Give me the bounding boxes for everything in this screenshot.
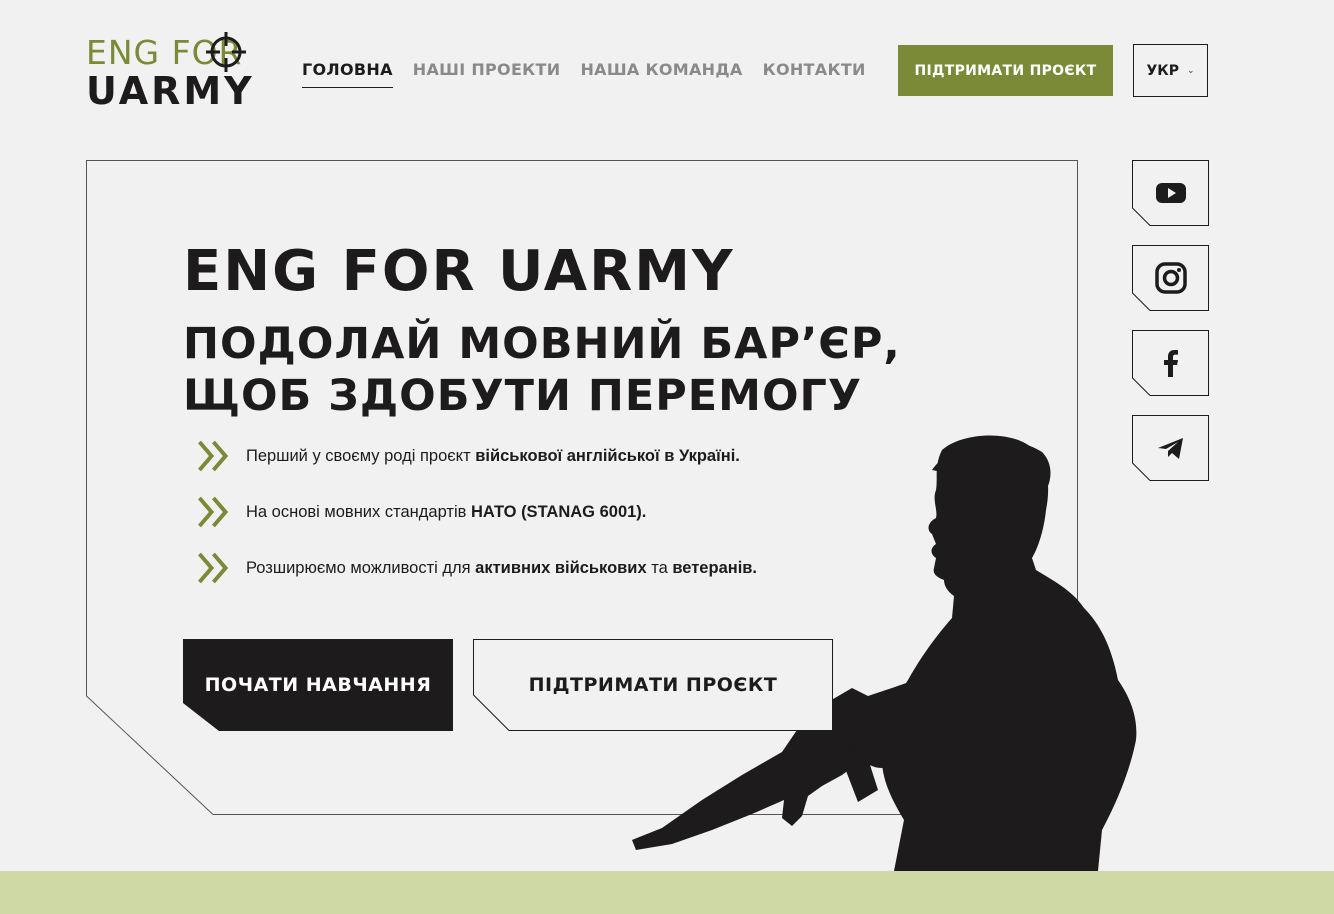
nav-item-projects[interactable]: НАШІ ПРОЕКТИ: [413, 60, 561, 88]
start-learning-button[interactable]: ПОЧАТИ НАВЧАННЯ: [183, 639, 453, 731]
instagram-icon: [1155, 262, 1187, 294]
hero-bullet-list: Перший у своєму роді проєкт військової а…: [183, 438, 757, 606]
list-item: На основі мовних стандартів НАТО (STANAG…: [183, 494, 757, 530]
nav-item-contacts[interactable]: КОНТАКТИ: [763, 60, 866, 88]
nav-item-home[interactable]: ГОЛОВНА: [302, 60, 393, 88]
bullet-text: Розширюємо можливості для активних війсь…: [246, 558, 758, 577]
hero-subtitle-line1: ПОДОЛАЙ МОВНИЙ БАР’ЄР,: [183, 319, 901, 369]
social-telegram-link[interactable]: [1132, 415, 1209, 481]
hero-support-label: ПІДТРИМАТИ ПРОЄКТ: [528, 674, 778, 696]
bullet-text: На основі мовних стандартів НАТО (STANAG…: [246, 502, 647, 521]
double-chevron-right-icon: [197, 552, 229, 584]
social-facebook-link[interactable]: [1132, 330, 1209, 396]
facebook-icon: [1164, 350, 1178, 377]
bullet-text: Перший у своєму роді проєкт військової а…: [246, 446, 740, 465]
logo-line2: UARMY: [86, 69, 255, 113]
hero-heading-group: ENG FOR UARMY ПОДОЛАЙ МОВНИЙ БАР’ЄР, ЩОБ…: [183, 240, 901, 422]
next-section-band: [0, 871, 1334, 914]
chevron-down-icon: ⌄: [1186, 65, 1195, 76]
hero-subtitle-line2: ЩОБ ЗДОБУТИ ПЕРЕМОГУ: [183, 371, 863, 421]
social-instagram-link[interactable]: [1132, 245, 1209, 311]
list-item: Розширюємо можливості для активних війсь…: [183, 550, 757, 586]
nav-item-team[interactable]: НАША КОМАНДА: [580, 60, 742, 88]
language-select[interactable]: УКР ⌄: [1133, 44, 1208, 97]
double-chevron-right-icon: [197, 440, 229, 472]
hero-title: ENG FOR UARMY: [183, 239, 735, 304]
youtube-icon: [1156, 183, 1186, 203]
list-item: Перший у своєму роді проєкт військової а…: [183, 438, 757, 474]
language-selected: УКР: [1146, 62, 1179, 79]
double-chevron-right-icon: [197, 496, 229, 528]
telegram-icon: [1158, 438, 1183, 459]
header-support-button[interactable]: ПІДТРИМАТИ ПРОЄКТ: [898, 45, 1113, 96]
main-nav: ГОЛОВНА НАШІ ПРОЕКТИ НАША КОМАНДА КОНТАК…: [302, 60, 866, 88]
hero-support-button[interactable]: ПІДТРИМАТИ ПРОЄКТ: [473, 639, 833, 731]
social-youtube-link[interactable]: [1132, 160, 1209, 226]
site-logo[interactable]: ENG FOR UARMY: [86, 32, 262, 113]
crosshair-icon: [206, 32, 246, 72]
